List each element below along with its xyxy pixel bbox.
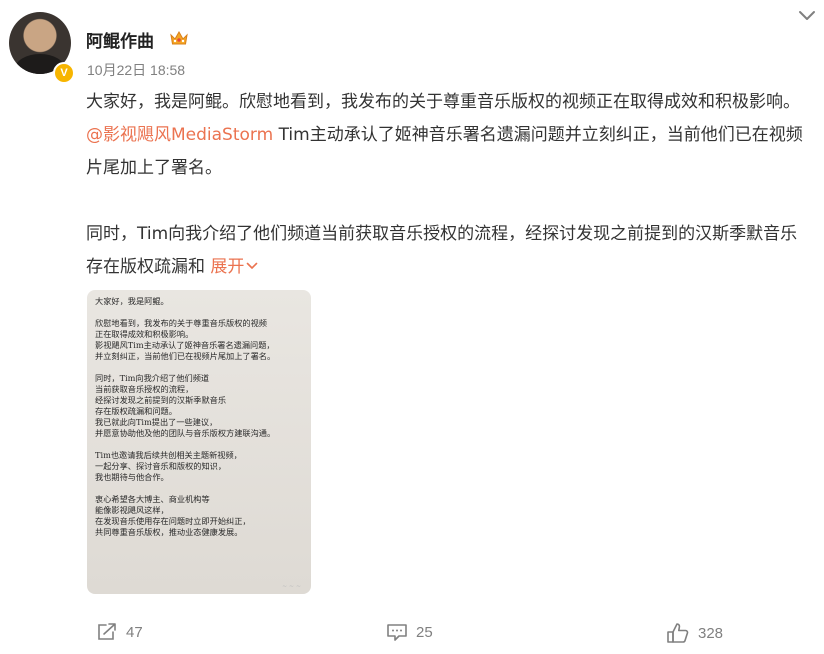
chevron-down-icon[interactable] bbox=[798, 10, 816, 22]
like-count: 328 bbox=[698, 624, 724, 642]
post-paragraph-2: 同时，Tim向我介绍了他们频道当前获取音乐授权的流程，经探讨发现之前提到的汉斯季… bbox=[86, 218, 808, 284]
comment-count: 25 bbox=[416, 623, 433, 641]
like-button[interactable]: 328 bbox=[666, 622, 723, 644]
thumb-up-icon bbox=[667, 623, 689, 643]
post-text: 大家好，我是阿鲲。欣慰地看到，我发布的关于尊重音乐版权的视频正在取得成效和积极影… bbox=[86, 86, 808, 284]
mention-link[interactable]: @影视飓风MediaStorm bbox=[86, 125, 273, 145]
expand-button[interactable]: 展开 bbox=[210, 257, 258, 277]
expand-label: 展开 bbox=[210, 257, 245, 277]
repost-icon bbox=[98, 623, 116, 640]
post-text-segment: 同时，Tim向我介绍了他们频道当前获取音乐授权的流程，经探讨发现之前提到的汉斯季… bbox=[86, 224, 798, 277]
comment-icon bbox=[387, 624, 407, 641]
post-image-text: 大家好，我是阿鲲。 欣慰地看到，我发布的关于尊重音乐版权的视频 正在取得成效和积… bbox=[95, 296, 276, 537]
post-timestamp[interactable]: 10月22日 18:58 bbox=[87, 60, 185, 80]
image-watermark: ~ ~ ~ bbox=[282, 583, 301, 590]
repost-button[interactable]: 47 bbox=[96, 622, 143, 642]
repost-count: 47 bbox=[126, 623, 143, 641]
comment-button[interactable]: 25 bbox=[386, 622, 433, 642]
username[interactable]: 阿鲲作曲 bbox=[86, 27, 154, 52]
post-image[interactable]: 大家好，我是阿鲲。 欣慰地看到，我发布的关于尊重音乐版权的视频 正在取得成效和积… bbox=[87, 290, 311, 594]
verified-badge: V bbox=[53, 62, 75, 84]
post-text-segment: 大家好，我是阿鲲。欣慰地看到，我发布的关于尊重音乐版权的视频正在取得成效和积极影… bbox=[86, 92, 800, 112]
expand-chevron-icon bbox=[247, 262, 258, 269]
crown-badge-icon bbox=[170, 30, 188, 45]
post-paragraph-1: 大家好，我是阿鲲。欣慰地看到，我发布的关于尊重音乐版权的视频正在取得成效和积极影… bbox=[86, 86, 808, 185]
